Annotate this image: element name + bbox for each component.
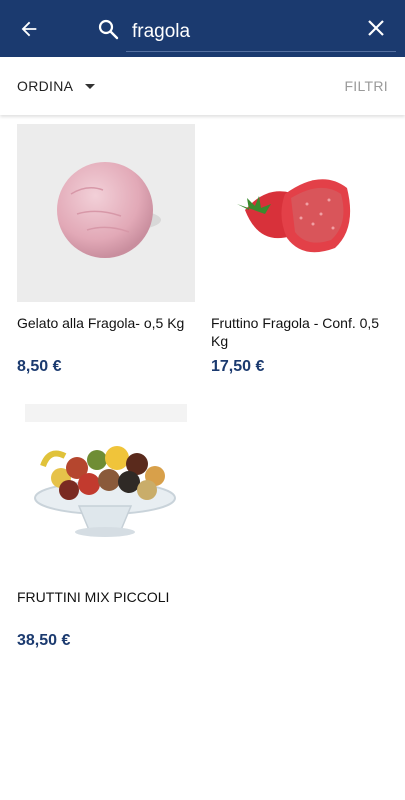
search-icon (98, 19, 119, 40)
product-image (17, 124, 195, 302)
filter-button[interactable]: FILTRI (344, 57, 388, 115)
product-card[interactable]: Fruttino Fragola - Conf. 0,5 Kg 17,50 € (211, 124, 389, 376)
product-card[interactable]: FRUTTINI MIX PICCOLI 38,50 € (17, 398, 195, 650)
sort-label: ORDINA (17, 78, 74, 94)
product-name: FRUTTINI MIX PICCOLI (17, 589, 170, 605)
product-image (17, 398, 195, 576)
clear-search-button[interactable] (362, 14, 390, 42)
sort-button[interactable]: ORDINA (17, 57, 96, 115)
product-price: 38,50 € (17, 632, 71, 649)
product-name: Gelato alla Fragola- o,5 Kg (17, 315, 185, 331)
close-icon (368, 20, 384, 36)
app-bar (0, 0, 405, 57)
dropdown-arrow-icon (85, 83, 96, 89)
arrow-back-icon (21, 21, 37, 37)
back-button[interactable] (14, 14, 44, 44)
product-price: 17,50 € (211, 358, 265, 375)
product-image (211, 124, 389, 302)
search-input[interactable] (126, 12, 396, 52)
product-card[interactable]: Gelato alla Fragola- o,5 Kg 8,50 € (17, 124, 195, 376)
product-price: 8,50 € (17, 358, 62, 375)
sort-filter-bar: ORDINA FILTRI (0, 57, 405, 115)
product-name: Fruttino Fragola - Conf. 0,5 Kg (211, 315, 380, 349)
